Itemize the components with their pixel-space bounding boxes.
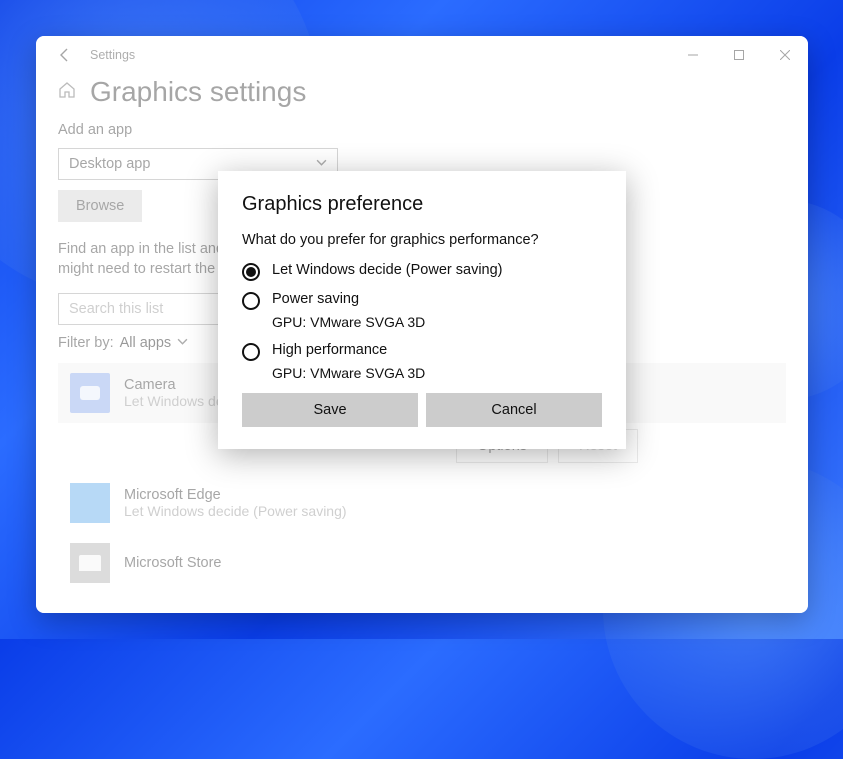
- save-button[interactable]: Save: [242, 393, 418, 427]
- settings-window: Settings Graphics settings Add an app De…: [36, 36, 808, 613]
- radio-option-let-windows-decide[interactable]: Let Windows decide (Power saving): [242, 262, 602, 281]
- radio-label: Let Windows decide (Power saving): [272, 262, 503, 278]
- cancel-button[interactable]: Cancel: [426, 393, 602, 427]
- radio-option-high-performance[interactable]: High performance: [242, 342, 602, 361]
- radio-sub: GPU: VMware SVGA 3D: [272, 365, 602, 381]
- radio-icon: [242, 292, 260, 310]
- radio-icon: [242, 343, 260, 361]
- dialog-title: Graphics preference: [242, 193, 602, 216]
- radio-sub: GPU: VMware SVGA 3D: [272, 314, 602, 330]
- graphics-preference-dialog: Graphics preference What do you prefer f…: [218, 171, 626, 449]
- dialog-question: What do you prefer for graphics performa…: [242, 232, 602, 248]
- radio-icon: [242, 263, 260, 281]
- radio-label: High performance: [272, 342, 387, 358]
- radio-label: Power saving: [272, 291, 359, 307]
- radio-option-power-saving[interactable]: Power saving: [242, 291, 602, 310]
